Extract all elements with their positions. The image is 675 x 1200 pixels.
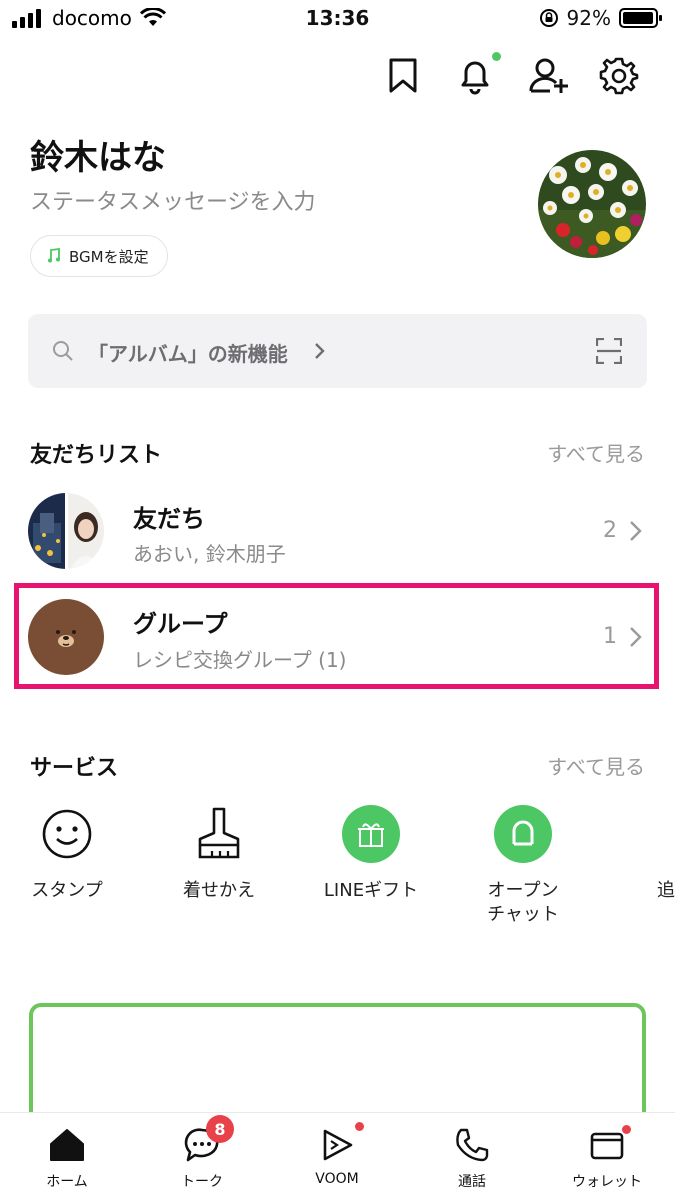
voom-icon <box>317 1122 364 1165</box>
service-label: 追 <box>657 880 675 901</box>
chevron-right-icon <box>315 343 325 359</box>
gear-icon[interactable] <box>599 55 639 95</box>
bgm-button-label: BGMを設定 <box>69 247 149 266</box>
service-label: オープン チャット <box>487 880 559 926</box>
friends-row-title: 友だち <box>133 505 205 533</box>
chat-icon: 8 <box>182 1115 234 1165</box>
friends-count: 2 <box>603 518 617 543</box>
bell-icon[interactable] <box>455 52 501 95</box>
music-note-icon <box>48 248 60 263</box>
tab-bar: ホーム 8 トーク VOOM 通話 ウォレット <box>0 1112 675 1200</box>
service-theme[interactable]: 着せかえ <box>154 805 284 903</box>
friends-row-subtitle: あおい, 鈴木朋子 <box>133 542 286 566</box>
voom-dot <box>355 1122 364 1131</box>
tab-wallet[interactable]: ウォレット <box>547 1125 667 1191</box>
status-message-placeholder[interactable]: ステータスメッセージを入力 <box>30 184 316 216</box>
friends-section-title: 友だちリスト <box>30 443 163 468</box>
tab-label: ウォレット <box>572 1174 642 1190</box>
chevron-right-icon <box>630 521 642 541</box>
search-icon <box>53 341 73 361</box>
open-chat-icon <box>494 805 552 863</box>
friends-see-all-link[interactable]: すべて見る <box>547 438 645 467</box>
home-icon <box>47 1125 87 1165</box>
status-bar: docomo 13:36 92% <box>0 0 675 40</box>
service-openchat[interactable]: オープン チャット <box>458 805 588 928</box>
tab-label: ホーム <box>46 1174 88 1190</box>
services-section-title: サービス <box>30 756 119 781</box>
unread-badge: 8 <box>206 1115 234 1143</box>
services-see-all-link[interactable]: すべて見る <box>547 751 645 780</box>
brush-icon <box>190 805 248 863</box>
friends-avatar <box>28 493 104 569</box>
bgm-button[interactable]: BGMを設定 <box>30 235 168 277</box>
highlight-box <box>14 583 659 689</box>
service-label: 着せかえ <box>183 880 255 901</box>
tab-voom[interactable]: VOOM <box>277 1122 397 1187</box>
service-label: スタンプ <box>31 880 103 901</box>
battery-percent: 92% <box>566 6 611 30</box>
service-add[interactable]: 追 <box>610 805 675 903</box>
add-friend-icon[interactable] <box>528 55 568 95</box>
rotation-lock-icon <box>539 9 558 27</box>
profile-avatar[interactable] <box>538 150 646 258</box>
battery-icon <box>619 8 662 28</box>
search-bar[interactable]: 「アルバム」の新機能 <box>28 314 647 388</box>
tab-label: VOOM <box>315 1171 359 1187</box>
qr-scan-icon[interactable] <box>596 338 622 364</box>
bookmark-icon[interactable] <box>383 55 423 95</box>
tab-label: トーク <box>181 1174 223 1190</box>
search-promo-text: 「アルバム」の新機能 <box>88 342 288 366</box>
tab-talk[interactable]: 8 トーク <box>142 1115 262 1191</box>
smile-icon <box>38 805 96 863</box>
tab-home[interactable]: ホーム <box>7 1125 127 1191</box>
service-label: LINEギフト <box>323 880 419 901</box>
profile-name[interactable]: 鈴木はな <box>30 130 166 179</box>
plus-icon <box>646 805 675 863</box>
wallet-icon <box>587 1125 631 1165</box>
service-stamp[interactable]: スタンプ <box>2 805 132 903</box>
service-gift[interactable]: LINEギフト <box>306 805 436 903</box>
gift-icon <box>342 805 400 863</box>
tab-label: 通話 <box>458 1174 486 1190</box>
tab-call[interactable]: 通話 <box>412 1125 532 1191</box>
wallet-dot <box>622 1125 631 1134</box>
phone-icon <box>452 1125 492 1165</box>
notification-dot <box>492 52 501 61</box>
